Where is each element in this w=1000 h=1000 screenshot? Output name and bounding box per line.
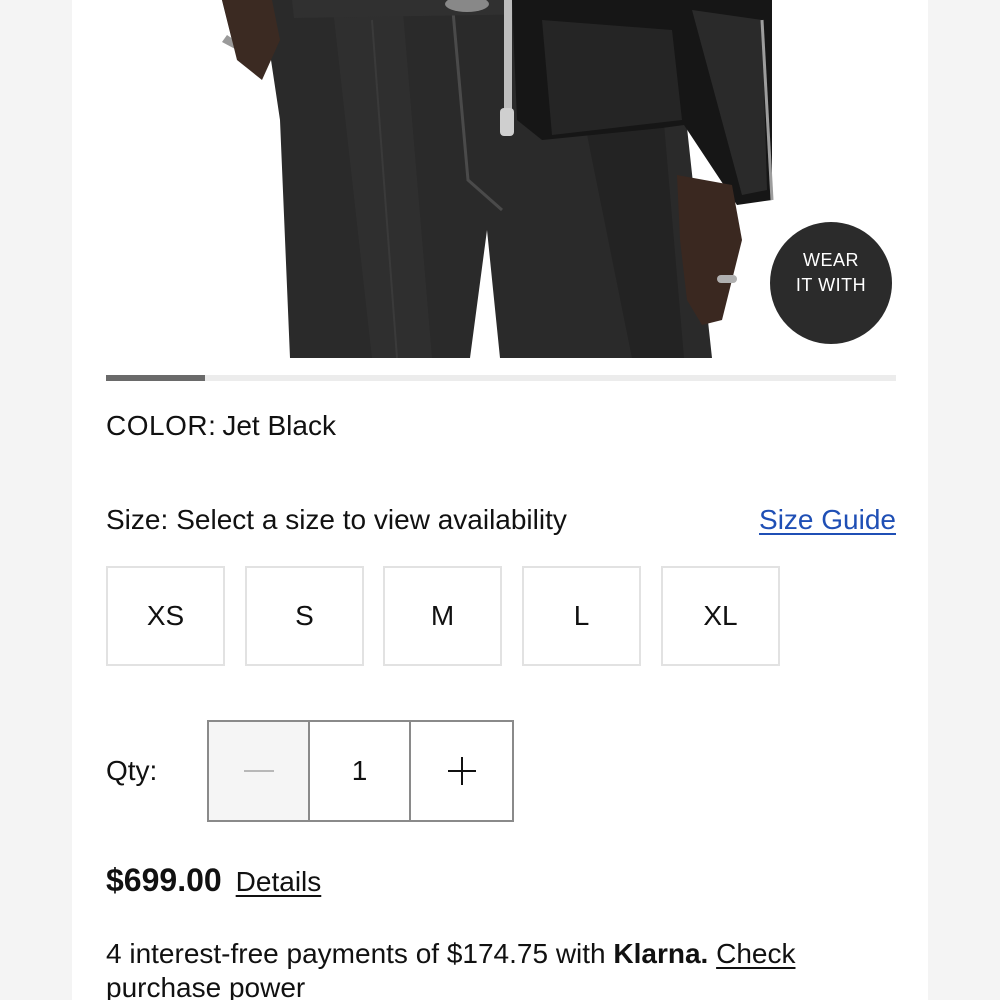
product-price: $699.00 [106, 862, 222, 898]
size-message: Select a size to view availability [176, 504, 567, 535]
wear-it-with-line1: WEAR [803, 250, 859, 270]
color-value: Jet Black [222, 410, 336, 441]
quantity-increase-button[interactable] [411, 722, 512, 820]
size-option-xl[interactable]: XL [661, 566, 780, 666]
klarna-brand: Klarna. [613, 938, 709, 969]
plus-icon [447, 757, 476, 785]
quantity-label: Qty: [106, 755, 158, 786]
size-guide-link[interactable]: Size Guide [759, 502, 896, 538]
size-label: Size: [106, 504, 169, 535]
price-details-link[interactable]: Details [236, 866, 322, 897]
product-image[interactable]: WEAR IT WITH [72, 0, 928, 358]
carousel-progress-bar[interactable] [106, 375, 896, 381]
carousel-progress-fill [106, 375, 205, 381]
minus-icon [243, 770, 274, 772]
size-option-l[interactable]: L [522, 566, 641, 666]
wear-it-with-line2: IT WITH [795, 275, 867, 295]
klarna-payment-info: 4 interest-free payments of $174.75 with… [106, 937, 906, 1000]
quantity-decrease-button[interactable] [209, 722, 310, 820]
klarna-text: 4 interest-free payments of $174.75 with [106, 938, 614, 969]
color-selection: COLOR: Jet Black [106, 408, 336, 444]
size-option-m[interactable]: M [383, 566, 502, 666]
color-label: COLOR: [106, 410, 217, 441]
size-option-s[interactable]: S [245, 566, 364, 666]
price-row: $699.00 Details [106, 860, 321, 902]
wear-it-with-button[interactable]: WEAR IT WITH [768, 220, 894, 346]
quantity-value[interactable]: 1 [310, 722, 411, 820]
quantity-stepper: 1 [207, 720, 514, 822]
size-header: Size: Select a size to view availability … [106, 502, 896, 538]
chevron-down-icon [771, 230, 795, 243]
product-detail-page: WEAR IT WITH COLOR: Jet Black Size: Select… [72, 0, 928, 1000]
size-option-xs[interactable]: XS [106, 566, 225, 666]
